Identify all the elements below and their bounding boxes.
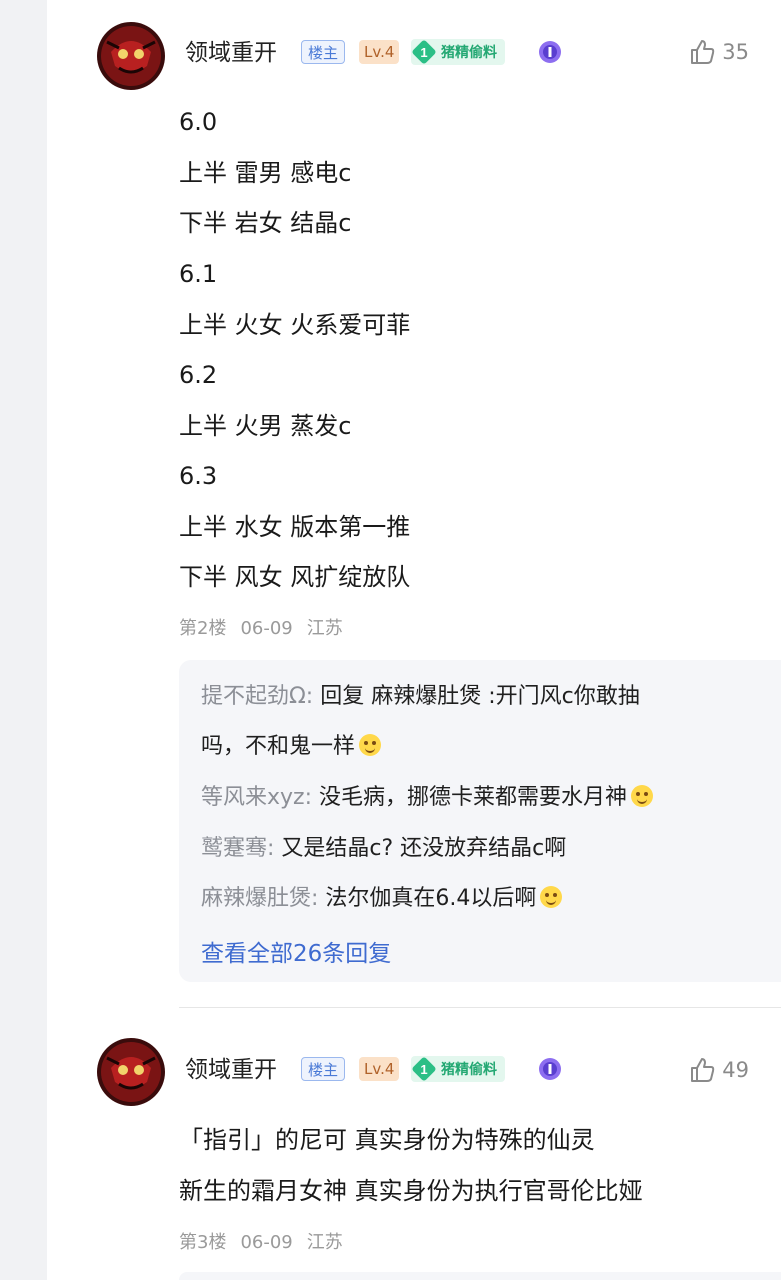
level-badge: Lv.4	[359, 40, 400, 64]
content-line: 6.2	[179, 361, 218, 389]
post-meta: 第3楼 06-09 江苏	[179, 1228, 357, 1254]
content-line: 上半 火男 蒸发c	[179, 412, 352, 440]
reply-item[interactable]: 麻辣爆肚煲: 法尔伽真在6.4以后啊	[201, 884, 563, 914]
see-all-replies-link[interactable]: 查看全部26条回复	[201, 934, 391, 968]
laugh-emoji-icon	[631, 785, 653, 807]
owner-badge: 楼主	[301, 40, 346, 64]
reply-author[interactable]: 鹫蹇骞:	[201, 836, 274, 861]
content-line: 下半 风女 风扩绽放队	[179, 563, 411, 591]
purple-medal-icon	[539, 1058, 561, 1080]
purple-medal-icon	[539, 41, 561, 63]
reply-preview-box[interactable]	[179, 1272, 781, 1280]
content-line: 6.0	[179, 108, 218, 136]
reply-author[interactable]: 麻辣爆肚煲:	[201, 886, 318, 911]
like-count: 35	[722, 40, 749, 64]
thumbs-up-icon	[691, 1058, 715, 1082]
content-line: 上半 水女 版本第一推	[179, 513, 411, 541]
fan-badge[interactable]: 1 猪精偷料	[411, 1056, 505, 1082]
content-line: 上半 火女 火系爱可菲	[179, 311, 411, 339]
fan-badge-label: 猪精偷料	[441, 45, 497, 61]
post-date: 06-09	[240, 1232, 293, 1253]
smile-emoji-icon	[359, 734, 382, 756]
reply-text: 又是结晶c? 还没放弃结晶c啊	[274, 836, 567, 861]
reply-item-continued: 吗，不和鬼一样	[201, 732, 382, 762]
owner-badge: 楼主	[301, 1057, 346, 1081]
username[interactable]: 领域重开	[185, 38, 277, 68]
reply-text: 法尔伽真在6.4以后啊	[318, 886, 537, 911]
avatar[interactable]	[97, 1038, 165, 1106]
reply-text: 回复 麻辣爆肚煲 :开门风c你敢抽	[313, 684, 640, 709]
like-button[interactable]: 49	[688, 1056, 749, 1084]
content-line: 「指引」的尼可 真实身份为特殊的仙灵	[179, 1126, 595, 1154]
fan-level-icon: 1	[411, 1056, 437, 1082]
post-date: 06-09	[240, 618, 293, 639]
thumbs-up-icon	[691, 40, 715, 64]
comment-list: 领域重开 楼主 Lv.4 1 猪精偷料 35 6.0 上半 雷男 感电c 下半 …	[47, 0, 781, 1280]
like-count: 49	[722, 1058, 749, 1082]
reply-item[interactable]: 提不起劲Ω: 回复 麻辣爆肚煲 :开门风c你敢抽	[201, 682, 640, 712]
reply-text: 吗，不和鬼一样	[201, 734, 356, 759]
reply-text: 没毛病，挪德卡莱都需要水月神	[312, 785, 627, 810]
reply-author[interactable]: 提不起劲Ω:	[201, 684, 313, 709]
floor-number: 第2楼	[179, 618, 227, 639]
floor-number: 第3楼	[179, 1232, 227, 1253]
content-line: 下半 岩女 结晶c	[179, 209, 352, 237]
content-line: 6.1	[179, 260, 218, 288]
level-badge: Lv.4	[359, 1057, 400, 1081]
reply-preview-box[interactable]: 提不起劲Ω: 回复 麻辣爆肚煲 :开门风c你敢抽 吗，不和鬼一样 等风来xyz:…	[179, 660, 781, 982]
content-line: 6.3	[179, 462, 218, 490]
fan-badge[interactable]: 1 猪精偷料	[411, 39, 505, 65]
avatar[interactable]	[97, 22, 165, 90]
post-location: 江苏	[306, 618, 343, 639]
reply-item[interactable]: 等风来xyz: 没毛病，挪德卡莱都需要水月神	[201, 783, 653, 813]
post-location: 江苏	[306, 1232, 343, 1253]
fan-badge-label: 猪精偷料	[441, 1062, 497, 1078]
like-button[interactable]: 35	[688, 38, 749, 66]
reply-item[interactable]: 鹫蹇骞: 又是结晶c? 还没放弃结晶c啊	[201, 834, 566, 864]
content-line: 上半 雷男 感电c	[179, 159, 352, 187]
username[interactable]: 领域重开	[185, 1055, 277, 1085]
reply-author[interactable]: 等风来xyz:	[201, 785, 312, 810]
fan-level-icon: 1	[411, 39, 437, 65]
sneer-emoji-icon	[540, 886, 563, 908]
divider	[179, 1007, 781, 1008]
content-line: 新生的霜月女神 真实身份为执行官哥伦比娅	[179, 1177, 643, 1205]
post-meta: 第2楼 06-09 江苏	[179, 614, 357, 640]
